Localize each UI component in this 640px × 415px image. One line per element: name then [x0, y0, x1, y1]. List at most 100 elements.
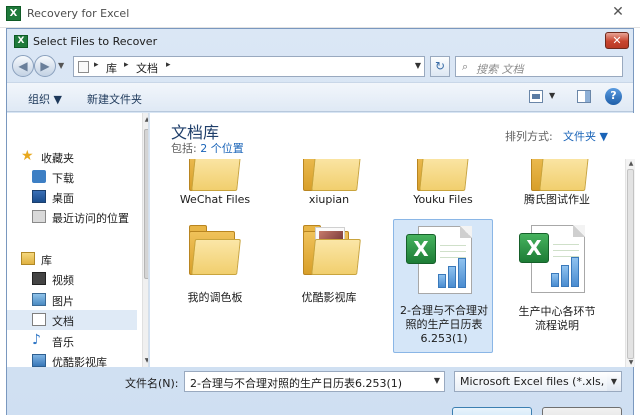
- file-name: Youku Files: [413, 193, 473, 206]
- navigation-scrollbar[interactable]: ▲ ▼: [142, 113, 148, 367]
- file-type-select[interactable]: Microsoft Excel files (*.xls, *.x ▼: [454, 371, 622, 392]
- address-row: ◀ ▶ ▼ ▸ 库 ▸ 文档 ▸ ▼ ↻ ⌕ 搜索 文档: [7, 54, 633, 80]
- includes-locations-link[interactable]: 2 个位置: [200, 142, 244, 155]
- sidebar-item-label: 音乐: [52, 336, 74, 349]
- arrange-by-dropdown[interactable]: 文件夹 ▼: [563, 128, 608, 144]
- sidebar-item-youku[interactable]: 优酷影视库: [7, 351, 137, 367]
- command-toolbar: 组织 ▼ 新建文件夹 ▼ ?: [7, 82, 633, 112]
- folder-item[interactable]: xiupian: [279, 159, 379, 207]
- chevron-down-icon[interactable]: ▼: [607, 372, 621, 391]
- excel-file-icon: X: [404, 226, 480, 296]
- file-name: xiupian: [308, 193, 350, 206]
- breadcrumb-separator-icon[interactable]: ▸: [124, 60, 129, 70]
- recent-locations-dropdown[interactable]: ▼: [58, 61, 64, 70]
- sidebar-item-documents[interactable]: 文档: [7, 310, 137, 330]
- file-name-field[interactable]: 2-合理与不合理对照的生产日历表6.253(1) ▼: [184, 371, 445, 392]
- sidebar-item-music[interactable]: ♪ 音乐: [7, 331, 137, 351]
- search-input[interactable]: ⌕ 搜索 文档: [455, 56, 623, 77]
- file-name-value: 2-合理与不合理对照的生产日历表6.253(1): [190, 377, 403, 390]
- scroll-up-icon[interactable]: ▲: [143, 116, 148, 123]
- file-type-value: Microsoft Excel files (*.xls, *.x: [460, 375, 622, 388]
- folder-item[interactable]: 我的调色板: [165, 221, 265, 321]
- dialog-title: Select Files to Recover: [33, 35, 158, 48]
- scroll-down-icon[interactable]: ▼: [626, 359, 635, 366]
- sidebar-item-recent-places[interactable]: 最近访问的位置: [7, 207, 137, 227]
- new-folder-button[interactable]: 新建文件夹: [87, 91, 142, 107]
- file-name: WeChat Files: [179, 193, 251, 206]
- scroll-down-icon[interactable]: ▼: [143, 357, 148, 364]
- includes-label: 包括:: [171, 142, 197, 155]
- arrange-by-label: 排列方式:: [505, 130, 553, 143]
- help-icon[interactable]: ?: [605, 88, 622, 105]
- dialog-buttons: [7, 403, 633, 415]
- navigation-pane: ★ 收藏夹 下载 桌面 最近访问的位置 库 视频 图片 文档 ♪ 音乐 优酷影视…: [7, 113, 149, 367]
- forward-button[interactable]: ▶: [34, 55, 56, 77]
- app-titlebar: X Recovery for Excel ✕: [0, 0, 640, 28]
- download-icon: [32, 170, 46, 183]
- sidebar-item-desktop[interactable]: 桌面: [7, 187, 137, 207]
- sidebar-item-libraries[interactable]: 库: [7, 249, 137, 269]
- folder-item[interactable]: 优酷影视库: [279, 221, 379, 321]
- select-files-dialog: X Select Files to Recover ✕ ◀ ▶ ▼ ▸ 库 ▸ …: [6, 28, 635, 415]
- file-list-scrollbar[interactable]: ▲ ▼: [625, 159, 635, 367]
- documents-icon: [32, 313, 46, 326]
- dialog-close-button[interactable]: ✕: [605, 32, 629, 49]
- cancel-button[interactable]: [542, 407, 622, 415]
- sidebar-item-label: 下载: [52, 172, 74, 185]
- folder-item[interactable]: Youku Files: [393, 159, 493, 207]
- file-grid: WeChat Files xiupian Youku Files 腾氏图试作业 …: [150, 159, 624, 367]
- search-icon: ⌕: [462, 60, 469, 73]
- video-icon: [32, 272, 46, 285]
- preview-pane-icon[interactable]: [577, 90, 591, 103]
- excel-file-item[interactable]: X 生产中心各环节流程说明: [507, 221, 607, 341]
- breadcrumb-documents[interactable]: 文档: [136, 60, 158, 76]
- star-icon: ★: [21, 148, 34, 164]
- back-button[interactable]: ◀: [12, 55, 34, 77]
- library-includes: 包括: 2 个位置: [171, 140, 244, 156]
- view-options-icon[interactable]: [529, 90, 543, 103]
- breadcrumb-library[interactable]: 库: [106, 60, 117, 76]
- file-name: 腾氏图试作业: [524, 193, 590, 206]
- organize-button[interactable]: 组织 ▼: [28, 91, 62, 107]
- sidebar-item-label: 桌面: [52, 192, 74, 205]
- folder-item[interactable]: WeChat Files: [165, 159, 265, 207]
- search-placeholder: 搜索 文档: [476, 63, 524, 76]
- pictures-icon: [32, 293, 46, 306]
- address-history-dropdown[interactable]: ▼: [415, 61, 421, 70]
- view-options-dropdown[interactable]: ▼: [549, 91, 555, 100]
- excel-file-icon: X: [517, 225, 593, 295]
- sidebar-item-videos[interactable]: 视频: [7, 269, 137, 289]
- file-name-label: 文件名(N):: [125, 377, 179, 390]
- folder-icon: [531, 159, 589, 191]
- sidebar-item-label: 视频: [52, 274, 74, 287]
- excel-logo-icon: X: [6, 6, 21, 21]
- folder-item[interactable]: 腾氏图试作业: [507, 159, 607, 207]
- sidebar-item-label: 收藏夹: [41, 152, 74, 165]
- breadcrumb-separator-icon[interactable]: ▸: [94, 60, 99, 70]
- file-list-pane: 文档库 包括: 2 个位置 排列方式: 文件夹 ▼ WeChat Files x…: [150, 113, 635, 367]
- sidebar-item-pictures[interactable]: 图片: [7, 290, 137, 310]
- chevron-down-icon[interactable]: ▼: [434, 376, 440, 385]
- breadcrumb-separator-icon[interactable]: ▸: [166, 60, 171, 70]
- open-button[interactable]: [452, 407, 532, 415]
- sidebar-item-label: 图片: [52, 295, 74, 308]
- music-icon: ♪: [32, 332, 41, 348]
- sidebar-item-downloads[interactable]: 下载: [7, 167, 137, 187]
- refresh-button[interactable]: ↻: [430, 56, 450, 77]
- scroll-up-icon[interactable]: ▲: [626, 160, 635, 167]
- scrollbar-thumb[interactable]: [144, 129, 148, 279]
- app-title: Recovery for Excel: [27, 7, 130, 20]
- sidebar-item-label: 库: [41, 254, 52, 267]
- folder-icon: [189, 159, 241, 191]
- desktop-icon: [32, 190, 46, 203]
- scrollbar-thumb[interactable]: [627, 169, 634, 359]
- file-name: 2-合理与不合理对照的生产日历表6.253(1): [400, 304, 488, 345]
- app-close-button[interactable]: ✕: [610, 4, 626, 20]
- folder-icon: [303, 159, 361, 191]
- file-name: 生产中心各环节流程说明: [518, 305, 596, 332]
- address-bar[interactable]: ▸ 库 ▸ 文档 ▸ ▼: [73, 56, 425, 77]
- excel-file-item[interactable]: X 2-合理与不合理对照的生产日历表6.253(1): [393, 219, 493, 353]
- library-icon: [21, 252, 35, 265]
- sidebar-item-label: 文档: [52, 315, 74, 328]
- sidebar-item-favorites[interactable]: ★ 收藏夹: [7, 147, 137, 167]
